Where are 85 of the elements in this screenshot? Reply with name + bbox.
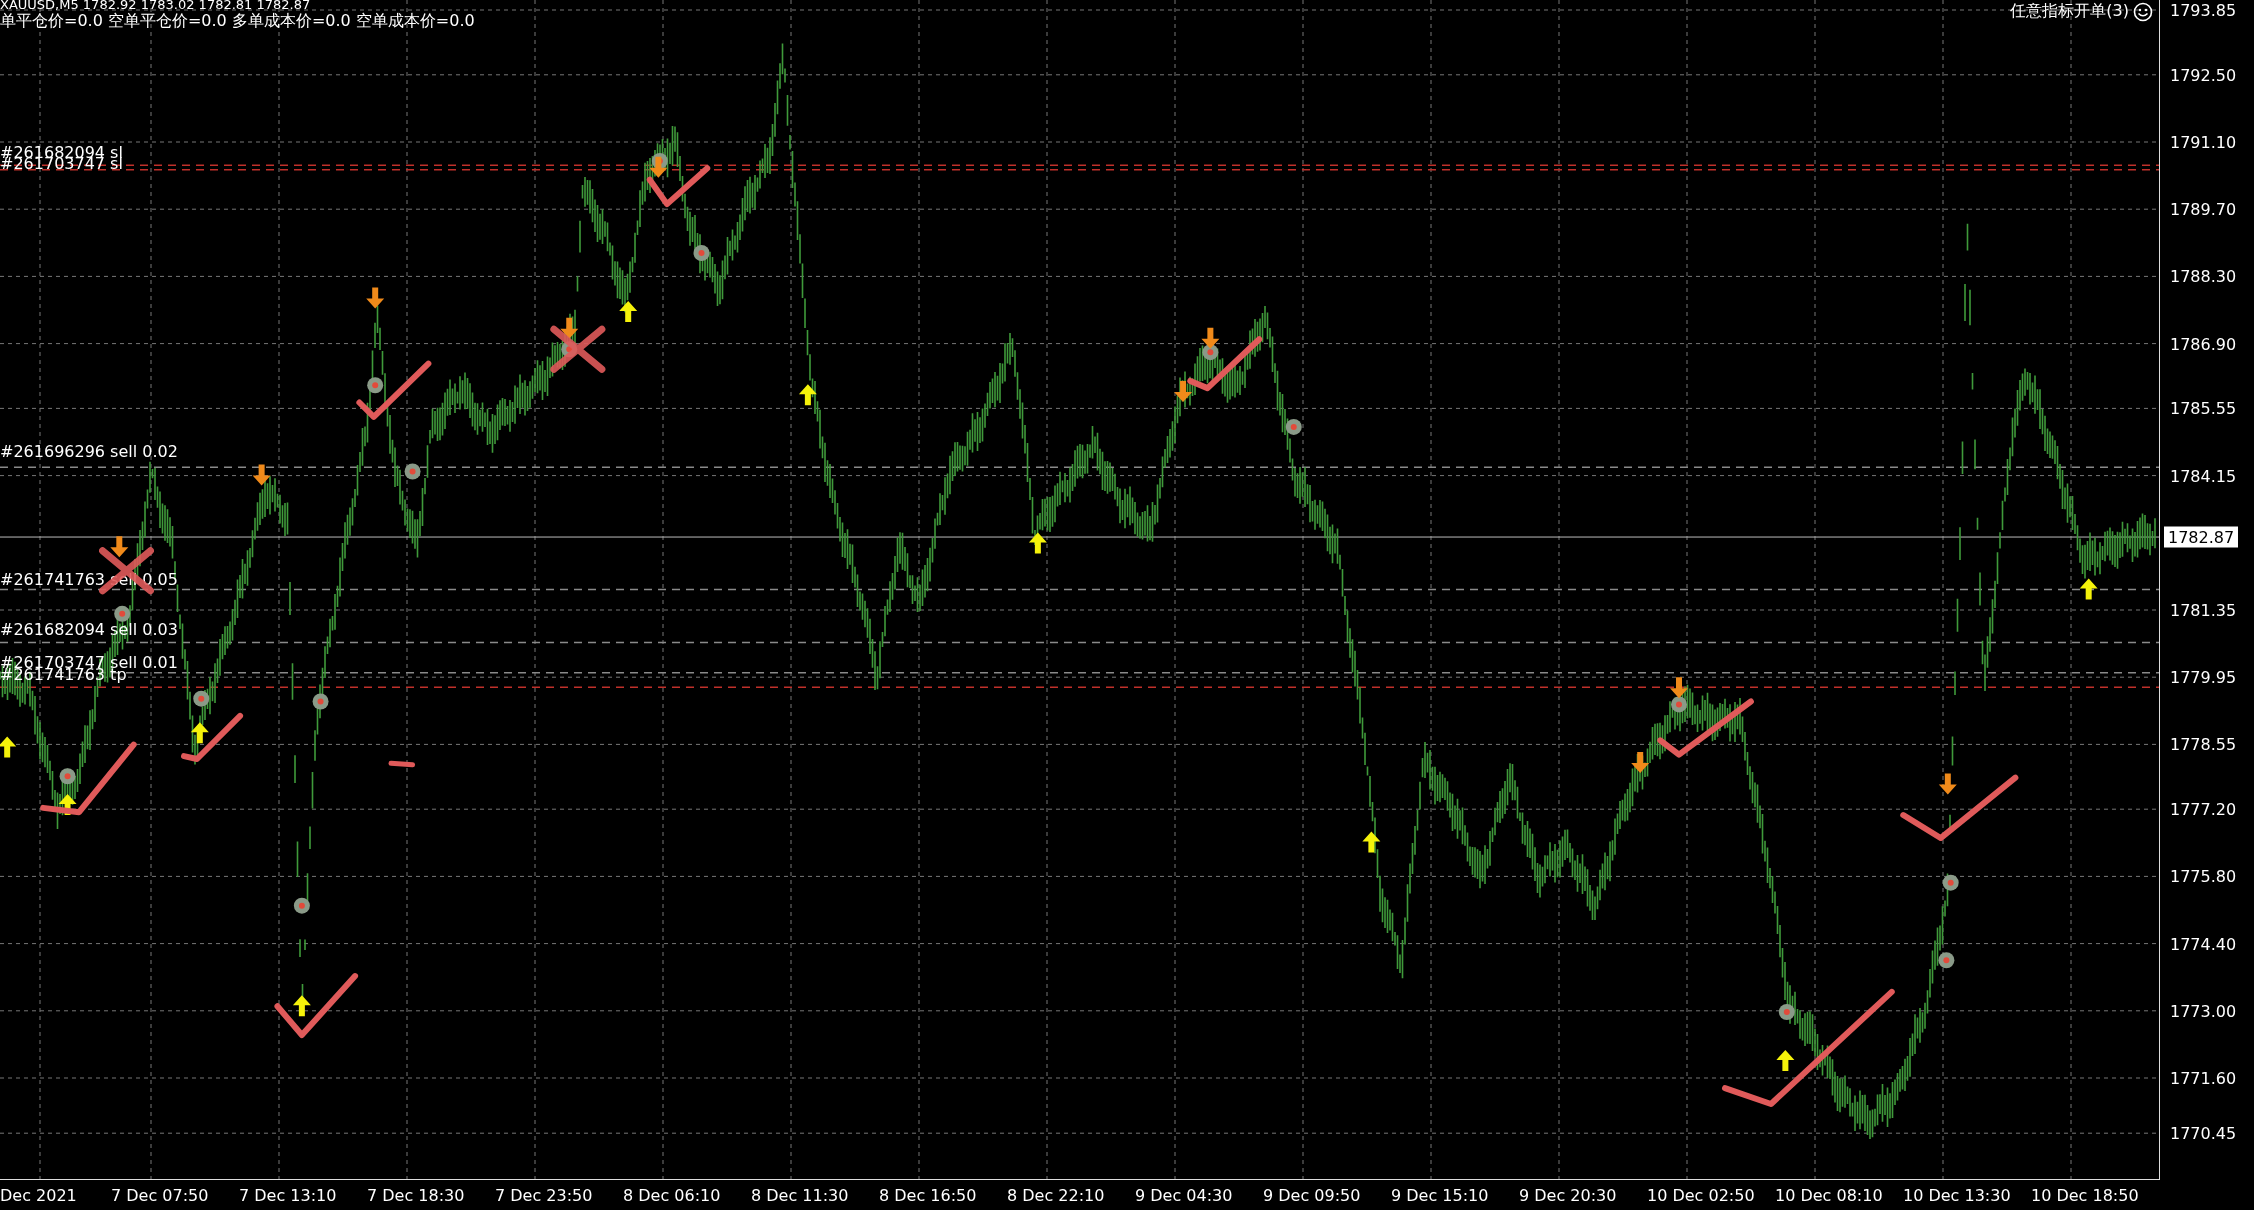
time-tick-label: 7 Dec 23:50 [495, 1185, 594, 1205]
price-tick-label: 1773.00 [2170, 1001, 2237, 1021]
time-tick-label: Dec 2021 [0, 1185, 78, 1205]
time-tick-label: 9 Dec 20:30 [1519, 1185, 1618, 1205]
check-mark-icon [1187, 336, 1263, 392]
time-tick-label: 7 Dec 18:30 [367, 1185, 466, 1205]
down-arrow-icon [1938, 773, 1957, 795]
price-tick-label: 1784.15 [2170, 466, 2237, 486]
down-arrow-icon [110, 536, 129, 558]
check-mark-icon [1722, 988, 1895, 1107]
time-tick-label: 10 Dec 08:10 [1775, 1185, 1884, 1205]
price-tick-label: 1786.90 [2170, 334, 2237, 354]
up-arrow-icon [1362, 831, 1381, 853]
time-tick-label: 8 Dec 06:10 [623, 1185, 722, 1205]
time-tick-label: 9 Dec 04:30 [1135, 1185, 1234, 1205]
price-tick-label: 1778.55 [2170, 734, 2237, 754]
price-tick-label: 1775.80 [2170, 866, 2237, 886]
up-arrow-icon [2079, 578, 2098, 600]
trade-marker-icon [367, 377, 384, 394]
check-mark-icon [274, 973, 359, 1038]
time-tick-label: 10 Dec 13:30 [1903, 1185, 2012, 1205]
up-arrow-icon [798, 384, 817, 406]
price-tick-label: 1774.40 [2170, 934, 2237, 954]
trade-marker-icon [312, 693, 329, 710]
price-tick-label: 1792.50 [2170, 65, 2237, 85]
check-mark-icon [356, 360, 432, 420]
trade-marker-icon [404, 463, 421, 480]
down-arrow-icon [560, 317, 579, 339]
check-mark-icon [40, 741, 137, 816]
up-arrow-icon [58, 794, 77, 815]
price-tick-label: 1770.45 [2170, 1123, 2237, 1143]
time-tick-label: 10 Dec 02:50 [1647, 1185, 1756, 1205]
current-price-label: 1782.87 [2164, 526, 2239, 548]
time-tick-label: 7 Dec 13:10 [239, 1185, 338, 1205]
position-info-line: 单平仓价=0.0 空单平仓价=0.0 多单成本价=0.0 空单成本价=0.0 [0, 12, 475, 30]
trade-marker-icon [193, 690, 210, 707]
time-tick-label: 7 Dec 07:50 [111, 1185, 210, 1205]
up-arrow-icon [190, 722, 209, 744]
down-arrow-icon [366, 287, 385, 309]
price-tick-label: 1785.55 [2170, 398, 2237, 418]
time-tick-label: 8 Dec 11:30 [751, 1185, 850, 1205]
trade-marker-icon [59, 768, 76, 785]
trade-marker-icon [693, 245, 710, 261]
cross-mark-icon [550, 325, 606, 373]
down-arrow-icon [1201, 327, 1220, 349]
price-tick-label: 1781.35 [2170, 600, 2237, 620]
up-arrow-icon [292, 995, 311, 1017]
price-tick-label: 1789.70 [2170, 199, 2237, 219]
trade-marker-icon [1671, 696, 1687, 713]
price-tick-label: 1793.85 [2170, 0, 2237, 20]
price-tick-label: 1791.10 [2170, 132, 2237, 152]
down-arrow-icon [252, 464, 271, 486]
order-line-label: #261696296 sell 0.02 [0, 442, 178, 461]
time-tick-label: 9 Dec 15:10 [1391, 1185, 1490, 1205]
up-arrow-icon [1776, 1049, 1795, 1071]
trade-marker-icon [1285, 418, 1302, 435]
check-mark-icon [646, 165, 711, 208]
up-arrow-icon [0, 736, 17, 758]
price-tick-label: 1788.30 [2170, 266, 2237, 286]
time-tick-label: 8 Dec 22:10 [1007, 1185, 1106, 1205]
trade-marker-icon [114, 605, 131, 622]
price-tick-label: 1771.60 [2170, 1068, 2237, 1088]
trade-marker-icon [1778, 1004, 1795, 1020]
time-tick-label: 10 Dec 18:50 [2031, 1185, 2140, 1205]
time-tick-label: 9 Dec 09:50 [1263, 1185, 1362, 1205]
down-arrow-icon [1631, 751, 1650, 773]
time-tick-label: 8 Dec 16:50 [879, 1185, 978, 1205]
up-arrow-icon [619, 300, 638, 322]
dash-mark [388, 760, 416, 768]
down-arrow-icon [1174, 381, 1193, 402]
trade-marker-icon [293, 897, 310, 914]
price-tick-label: 1779.95 [2170, 667, 2237, 687]
trade-marker-icon [1938, 952, 1955, 969]
down-arrow-icon [1670, 677, 1688, 699]
down-arrow-icon [649, 156, 668, 178]
check-mark-icon [181, 712, 244, 762]
check-mark-icon [1657, 698, 1754, 758]
smiley-icon [2133, 2, 2153, 22]
symbol-quote-line: XAUUSD,M5 1782.92 1783.02 1782.81 1782.87 [0, 0, 311, 12]
trade-marker-icon [1942, 874, 1959, 891]
price-tick-label: 1777.20 [2170, 799, 2237, 819]
order-line-label: #261682094 sell 0.03 [0, 621, 178, 639]
up-arrow-icon [1028, 532, 1047, 554]
indicator-label: 任意指标开单(3) [2010, 2, 2129, 20]
check-mark-icon [1900, 774, 2019, 842]
